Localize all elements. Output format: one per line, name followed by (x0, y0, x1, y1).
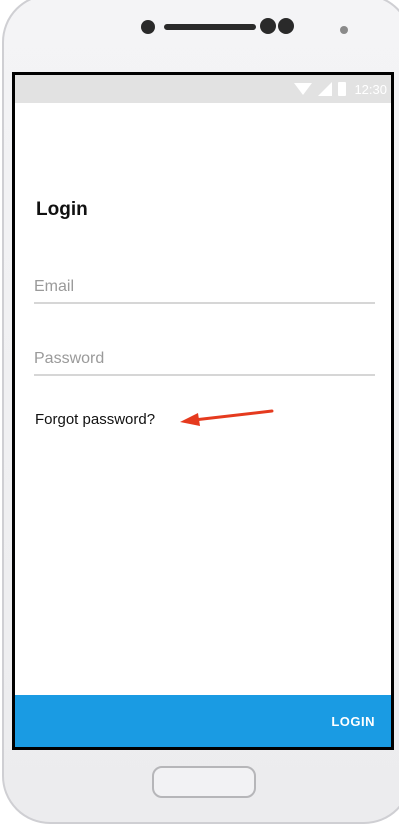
sensor-dot-icon (260, 18, 276, 34)
login-button[interactable]: LOGIN (331, 695, 391, 747)
sensor-dot-icon (278, 18, 294, 34)
phone-screen: 12:30 Login Forgot password? LOGIN (12, 72, 394, 750)
front-camera-icon (141, 20, 155, 34)
status-icons: 12:30 (294, 82, 387, 97)
signal-icon (318, 82, 333, 96)
status-bar: 12:30 (15, 75, 391, 103)
email-field-container (34, 275, 375, 304)
forgot-password-link[interactable]: Forgot password? (35, 411, 155, 428)
page-title: Login (36, 199, 88, 220)
home-button[interactable] (152, 766, 256, 798)
earpiece-speaker (164, 24, 256, 30)
sensor-cluster (260, 18, 296, 39)
proximity-sensor-icon (340, 26, 348, 34)
password-field-container (34, 347, 375, 376)
annotation-arrow-icon (180, 409, 274, 426)
battery-icon (338, 82, 347, 96)
password-field[interactable] (34, 347, 375, 371)
wifi-icon (294, 83, 313, 95)
email-field[interactable] (34, 275, 375, 299)
login-bar: LOGIN (15, 695, 391, 747)
status-time: 12:30 (354, 81, 387, 97)
